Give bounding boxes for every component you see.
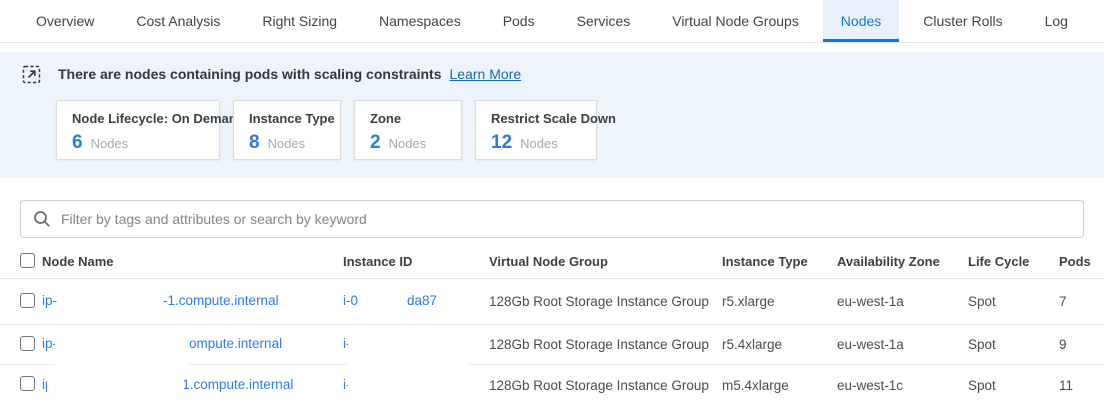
scaling-constraints-banner: There are nodes containing pods with sca…: [0, 52, 1104, 178]
pods-count: 11: [1059, 378, 1104, 393]
pods-count: 9: [1059, 337, 1104, 352]
life-cycle-value: Spot: [968, 294, 1059, 309]
instance-id-link[interactable]: i-0: [343, 336, 489, 354]
column-availability-zone: Availability Zone: [837, 254, 968, 269]
banner-message: There are nodes containing pods with sca…: [58, 66, 442, 82]
card-title: Instance Type: [249, 111, 325, 126]
constraint-card-node-lifecycle[interactable]: Node Lifecycle: On Demand 6 Nodes: [56, 100, 220, 160]
row-checkbox[interactable]: [20, 376, 35, 391]
card-unit: Nodes: [268, 136, 306, 151]
pods-count: 7: [1059, 294, 1104, 309]
card-unit: Nodes: [520, 136, 558, 151]
table-row: ip--1.compute.internal i-0da87 128Gb Roo…: [0, 279, 1104, 325]
card-unit: Nodes: [389, 136, 427, 151]
availability-zone-value: eu-west-1a: [837, 337, 968, 352]
redacted-text: [358, 336, 458, 354]
instance-type-value: m5.4xlarge: [722, 378, 837, 393]
virtual-node-group-value: 128Gb Root Storage Instance Group: [489, 378, 722, 393]
column-virtual-node-group: Virtual Node Group: [489, 254, 722, 269]
redacted-text: [358, 376, 452, 394]
redacted-text: [57, 376, 174, 394]
tab-nodes[interactable]: Nodes: [823, 0, 899, 42]
column-instance-id: Instance ID: [343, 254, 489, 269]
tab-overview[interactable]: Overview: [18, 0, 112, 42]
node-name-link[interactable]: ip-t-1.compute.internal: [42, 376, 343, 394]
card-title: Zone: [370, 111, 446, 126]
card-title: Restrict Scale Down: [491, 111, 581, 126]
card-count: 8: [249, 132, 260, 154]
life-cycle-value: Spot: [968, 378, 1059, 393]
table-row: ip-1.compute.internal i-0 128Gb Root Sto…: [0, 325, 1104, 365]
availability-zone-value: eu-west-1a: [837, 294, 968, 309]
virtual-node-group-value: 128Gb Root Storage Instance Group: [489, 294, 722, 309]
row-checkbox[interactable]: [20, 336, 35, 351]
instance-id-link[interactable]: i-0d: [343, 376, 489, 394]
tab-cluster-rolls[interactable]: Cluster Rolls: [905, 0, 1020, 42]
tab-virtual-node-groups[interactable]: Virtual Node Groups: [654, 0, 817, 42]
constraint-card-restrict-scale-down[interactable]: Restrict Scale Down 12 Nodes: [475, 100, 597, 160]
redacted-text: [358, 293, 407, 311]
scale-out-icon: [22, 65, 41, 84]
column-life-cycle: Life Cycle: [968, 254, 1059, 269]
card-count: 2: [370, 132, 381, 154]
tab-log[interactable]: Log: [1027, 0, 1086, 42]
row-checkbox[interactable]: [20, 293, 35, 308]
instance-type-value: r5.xlarge: [722, 294, 837, 309]
tab-pods[interactable]: Pods: [485, 0, 553, 42]
constraint-card-zone[interactable]: Zone 2 Nodes: [354, 100, 462, 160]
table-row: ip-t-1.compute.internal i-0d 128Gb Root …: [0, 365, 1104, 404]
table-header: Node Name Instance ID Virtual Node Group…: [0, 245, 1104, 279]
nodes-table: Node Name Instance ID Virtual Node Group…: [0, 245, 1104, 404]
tab-cost-analysis[interactable]: Cost Analysis: [118, 0, 238, 42]
tab-right-sizing[interactable]: Right Sizing: [244, 0, 355, 42]
node-name-link[interactable]: ip--1.compute.internal: [42, 293, 343, 311]
node-name-link[interactable]: ip-1.compute.internal: [42, 336, 343, 354]
constraint-cards: Node Lifecycle: On Demand 6 Nodes Instan…: [56, 100, 1104, 160]
virtual-node-group-value: 128Gb Root Storage Instance Group: [489, 337, 722, 352]
availability-zone-value: eu-west-1c: [837, 378, 968, 393]
learn-more-link[interactable]: Learn More: [450, 66, 522, 82]
filter-search: [20, 200, 1084, 238]
instance-id-link[interactable]: i-0da87: [343, 293, 489, 311]
card-unit: Nodes: [91, 136, 129, 151]
column-pods: Pods: [1059, 254, 1104, 269]
column-node-name: Node Name: [42, 254, 343, 269]
instance-type-value: r5.4xlarge: [722, 337, 837, 352]
tab-namespaces[interactable]: Namespaces: [361, 0, 479, 42]
constraint-card-instance-type[interactable]: Instance Type 8 Nodes: [233, 100, 341, 160]
card-count: 12: [491, 132, 512, 154]
search-icon: [33, 210, 51, 228]
card-title: Node Lifecycle: On Demand: [72, 111, 204, 126]
card-count: 6: [72, 132, 83, 154]
tab-services[interactable]: Services: [559, 0, 649, 42]
redacted-text: [57, 293, 163, 311]
column-instance-type: Instance Type: [722, 254, 837, 269]
life-cycle-value: Spot: [968, 337, 1059, 352]
select-all-checkbox[interactable]: [20, 253, 35, 268]
redacted-text: [65, 336, 179, 354]
tab-bar: Overview Cost Analysis Right Sizing Name…: [0, 0, 1104, 43]
search-input[interactable]: [61, 211, 1071, 227]
